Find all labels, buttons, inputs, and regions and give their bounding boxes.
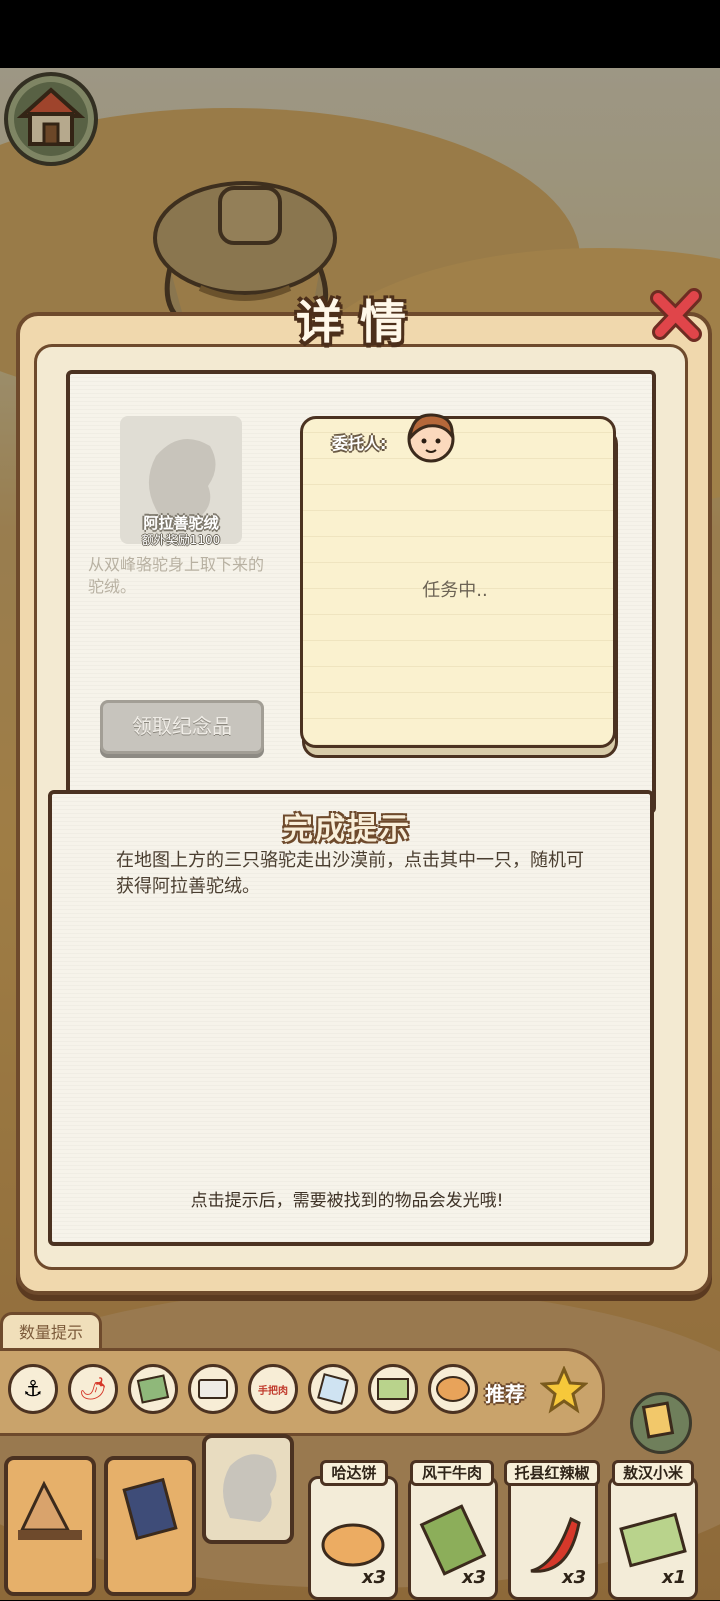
tool-milk-pack[interactable] <box>308 1364 358 1414</box>
chili-icon: 🌶 <box>79 1376 107 1402</box>
mountain-rock-icon <box>18 1480 82 1540</box>
wanted-item-count: x3 <box>462 1567 487 1588</box>
found-slot-current[interactable] <box>202 1434 294 1544</box>
found-slot[interactable] <box>104 1456 196 1596</box>
claim-souvenir-button[interactable]: 领取纪念品 <box>100 700 264 754</box>
wanted-item-count: x3 <box>562 1567 587 1588</box>
pastry-icon <box>436 1376 470 1402</box>
close-button[interactable] <box>648 286 706 344</box>
book-icon <box>641 1401 675 1439</box>
wanted-item-count: x3 <box>362 1567 387 1588</box>
wanted-item-label: 敖汉小米 <box>612 1460 694 1486</box>
tool-millet-pack[interactable] <box>368 1364 418 1414</box>
client-label: 委托人: <box>332 434 387 453</box>
wanted-item-label: 哈达饼 <box>320 1460 388 1486</box>
star-icon[interactable] <box>540 1366 588 1414</box>
wanted-item-count: x1 <box>662 1567 687 1588</box>
tofu-icon <box>198 1379 228 1399</box>
client-avatar <box>407 413 455 463</box>
dialog-title: 详情 <box>296 295 424 349</box>
item-description: 从双峰骆驼身上取下来的驼绒。 <box>88 555 265 596</box>
canned-meat-icon: 手把肉 <box>258 1385 288 1397</box>
count-hint-tab[interactable]: 数量提示 <box>0 1312 102 1353</box>
tool-anchor[interactable]: ⚓ <box>8 1364 58 1414</box>
found-slot[interactable] <box>4 1456 96 1596</box>
hint-title: 完成提示 <box>283 812 411 847</box>
close-icon <box>650 288 702 342</box>
wanted-item-label: 风干牛肉 <box>410 1460 494 1486</box>
anchor-icon: ⚓ <box>23 1376 43 1402</box>
tool-pastry[interactable] <box>428 1364 478 1414</box>
snack-bag-icon <box>122 1477 178 1541</box>
recommend-label[interactable]: 推荐 <box>485 1378 525 1407</box>
wanted-item-label: 托县红辣椒 <box>504 1460 600 1486</box>
hint-footer: 点击提示后，需要被找到的物品会发光哦! <box>190 1191 504 1211</box>
tool-chili[interactable]: 🌶 <box>68 1364 118 1414</box>
millet-pack-icon <box>377 1378 409 1400</box>
item-reward: 额外奖励1100 <box>141 533 221 547</box>
item-name: 阿拉善驼绒 <box>143 514 219 532</box>
tool-tofu[interactable] <box>188 1364 238 1414</box>
book-button[interactable] <box>630 1392 692 1454</box>
milk-pack-icon <box>317 1373 349 1405</box>
hint-text: 在地图上方的三只骆驼走出沙漠前，点击其中一只，随机可获得阿拉善驼绒。 <box>116 850 584 897</box>
tool-snack-bag[interactable] <box>128 1364 178 1414</box>
tool-canned-meat[interactable]: 手把肉 <box>248 1364 298 1414</box>
camel-wool-silhouette-icon <box>223 1454 277 1522</box>
snack-bag-icon <box>136 1374 170 1404</box>
task-status: 任务中.. <box>422 580 488 601</box>
